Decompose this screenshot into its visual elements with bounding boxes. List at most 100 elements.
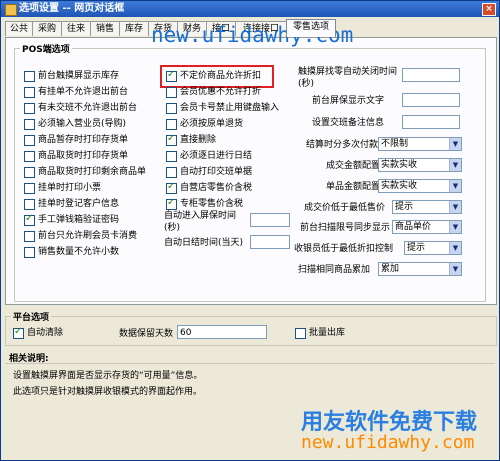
checkbox-box[interactable] — [166, 103, 177, 114]
checkbox-label: 手工弹钱箱验证密码 — [38, 215, 120, 225]
shift-remark-input[interactable] — [402, 115, 460, 129]
platform-group-title: 平台选项 — [11, 310, 52, 323]
chevron-down-icon[interactable]: ▼ — [449, 221, 461, 233]
chevron-down-icon[interactable]: ▼ — [449, 242, 461, 254]
tab-contacts[interactable]: 往来 — [61, 21, 91, 36]
checkbox-box[interactable] — [24, 167, 35, 178]
checkbox-box[interactable] — [166, 151, 177, 162]
field-label-4: 成交金额配置 — [326, 161, 381, 171]
checkbox-label: 前台触摸屏显示库存 — [38, 71, 120, 81]
checkbox-label: 商品暂存时打印存货单 — [38, 135, 129, 145]
field-label-3: 结算时分多次付款 — [306, 140, 379, 150]
checkbox-label: 前台只允许刷会员卡消费 — [38, 231, 138, 241]
checkbox-box[interactable] — [166, 167, 177, 178]
highlight-frame — [160, 65, 274, 88]
auto-lock-label: 自动进入屏保时间(秒) — [164, 211, 237, 233]
tab-purchase[interactable]: 采购 — [32, 21, 62, 36]
checkbox-box[interactable] — [24, 199, 35, 210]
checkbox-label: 专柜零售价含税 — [180, 199, 244, 209]
pos-group-title: POS端选项 — [20, 42, 72, 55]
retain-days-input[interactable]: 60 — [177, 325, 267, 339]
field-label-5: 单品金额配置 — [326, 182, 381, 192]
field-label-1: 前台屏保显示文字 — [312, 96, 385, 106]
scan-sync-select[interactable]: 商品单价 ▼ — [392, 220, 462, 234]
deal-amount-select[interactable]: 实款实收 ▼ — [378, 158, 462, 172]
select-value: 提示 — [395, 202, 414, 212]
tab-inventory[interactable]: 库存 — [119, 21, 149, 36]
field-label-0: 触摸屏找零自动关闭时间(秒) — [298, 67, 398, 89]
field-label-9: 扫描相同商品累加 — [298, 265, 371, 275]
checkbox-label: 挂单时登记客户信息 — [38, 199, 120, 209]
checkbox-label: 销售数量不允许小数 — [38, 247, 120, 257]
close-button[interactable]: × — [482, 3, 496, 16]
options-dialog: 选项设置 -- 网页对话框 × 公共 采购 往来 销售 库存 存货 财务 接口 … — [0, 0, 500, 461]
chevron-down-icon[interactable]: ▼ — [449, 138, 461, 150]
checkbox-box[interactable] — [166, 197, 177, 210]
checkbox-label: 必须逐日进行日结 — [180, 151, 253, 161]
checkbox-label: 会员卡号禁止用键盘输入 — [180, 103, 280, 113]
multi-payment-select[interactable]: 不限制 ▼ — [378, 137, 462, 151]
checkbox-box[interactable] — [24, 231, 35, 242]
touch-change-close-input[interactable] — [402, 68, 460, 82]
select-value: 实款实收 — [381, 160, 418, 170]
checkbox-label: 批量出库 — [309, 328, 346, 338]
checkbox-box[interactable] — [24, 87, 35, 98]
chevron-down-icon[interactable]: ▼ — [449, 201, 461, 213]
checkbox-box[interactable] — [24, 71, 35, 82]
item-amount-select[interactable]: 实款实收 ▼ — [378, 179, 462, 193]
field-label-6: 成交价低于最低售价 — [304, 203, 386, 213]
checkbox-label: 自动打印交班单据 — [180, 167, 253, 177]
window-title: 选项设置 -- 网页对话框 — [19, 3, 125, 14]
checkbox-label: 必须输入营业员(导购) — [38, 119, 127, 129]
checkbox-label: 有挂单不允许退出前台 — [38, 87, 129, 97]
checkbox-box[interactable] — [24, 135, 35, 146]
checkbox-box[interactable] — [166, 119, 177, 130]
desc-line-2: 此选项只是针对触摸屏收银模式的界面起作用。 — [13, 387, 203, 397]
tab-sales[interactable]: 销售 — [90, 21, 120, 36]
tab-panel: POS端选项 前台触摸屏显示库存 有挂单不允许退出前台 有未交班不允许退出前台 … — [5, 37, 497, 305]
select-value: 实款实收 — [381, 181, 418, 191]
select-value: 提示 — [407, 243, 426, 253]
screensaver-text-input[interactable] — [402, 93, 460, 107]
checkbox-box[interactable] — [13, 326, 24, 339]
auto-close-label: 自动日结时间(当天) — [164, 238, 244, 248]
checkbox-box[interactable] — [24, 213, 35, 226]
checkbox-box[interactable] — [24, 183, 35, 194]
auto-close-input[interactable] — [250, 235, 290, 249]
checkbox-label: 必须按原单退货 — [180, 119, 244, 129]
checkbox-box[interactable] — [24, 103, 35, 114]
checkbox-box[interactable] — [24, 247, 35, 258]
checkbox-box[interactable] — [166, 87, 177, 98]
field-label-7: 前台扫描限号同步显示 — [300, 223, 391, 233]
checkbox-box[interactable] — [166, 181, 177, 194]
chevron-down-icon[interactable]: ▼ — [449, 263, 461, 275]
checkbox-label: 自营店零售价含税 — [180, 183, 253, 193]
select-value: 累加 — [381, 264, 400, 274]
checkbox-label: 自动清除 — [27, 328, 64, 338]
checkbox-label: 直接删除 — [180, 135, 217, 145]
tab-public[interactable]: 公共 — [5, 21, 33, 36]
auto-lock-input[interactable] — [250, 213, 290, 227]
checkbox-label: 有未交班不允许退出前台 — [38, 103, 138, 113]
checkbox-box[interactable] — [166, 133, 177, 146]
watermark-url-bottom: new.ufidawhy.com — [301, 432, 475, 453]
checkbox-label: 商品取货时打印存货单 — [38, 151, 129, 161]
below-min-price-select[interactable]: 提示 ▼ — [392, 200, 462, 214]
checkbox-box[interactable] — [24, 119, 35, 130]
checkbox-label: 商品取货时打印剩余商品单 — [38, 167, 147, 177]
select-value: 不限制 — [381, 139, 409, 149]
checkbox-label: 会员优惠不允许打折 — [180, 87, 262, 97]
chevron-down-icon[interactable]: ▼ — [449, 159, 461, 171]
field-label-8: 收银员低于最低折扣控制 — [294, 244, 394, 254]
checkbox-box[interactable] — [295, 328, 306, 339]
retain-days-label: 数据保留天数 — [119, 329, 174, 339]
checkbox-box[interactable] — [24, 151, 35, 162]
cashier-discount-select[interactable]: 提示 ▼ — [404, 241, 462, 255]
scan-accumulate-select[interactable]: 累加 ▼ — [378, 262, 462, 276]
select-value: 商品单价 — [395, 222, 432, 232]
chevron-down-icon[interactable]: ▼ — [449, 180, 461, 192]
field-label-2: 设置交班备注信息 — [312, 118, 385, 128]
checkbox-label: 挂单时打印小票 — [38, 183, 102, 193]
tab-retail-options[interactable]: 零售选项 — [286, 19, 336, 37]
app-icon — [5, 4, 17, 16]
